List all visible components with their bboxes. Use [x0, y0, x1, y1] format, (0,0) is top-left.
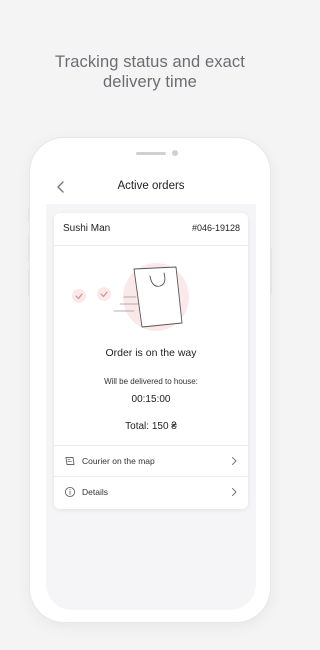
details-label: Details: [82, 487, 108, 497]
check-circle-icon: [97, 287, 111, 301]
details-row[interactable]: Details: [54, 476, 248, 507]
order-number: #046-19128: [191, 223, 240, 233]
order-card-header: Sushi Man #046-19128: [54, 213, 248, 246]
shopping-bag-icon: [133, 266, 183, 328]
app-screen: Active orders Sushi Man #046-19128 Order…: [46, 170, 256, 610]
order-total: Total: 150 ₴: [125, 421, 177, 432]
map-icon: [65, 457, 75, 465]
page-title: Active orders: [117, 180, 185, 192]
top-bar: Active orders: [46, 170, 256, 204]
chevron-right-icon: [232, 488, 237, 496]
store-name: Sushi Man: [63, 223, 111, 234]
delivery-countdown: 00:15:00: [131, 394, 171, 405]
phone-speaker: [136, 152, 166, 155]
promo-headline-line2: delivery time: [103, 73, 197, 91]
delivery-label: Will be delivered to house:: [104, 377, 198, 386]
phone-frame: Active orders Sushi Man #046-19128 Order…: [30, 138, 270, 622]
courier-map-label: Courier on the map: [82, 456, 155, 466]
order-status: Order is on the way: [105, 347, 197, 359]
promo-headline: Tracking status and exact delivery time: [0, 52, 300, 92]
check-circle-icon: [72, 289, 86, 303]
chevron-right-icon: [232, 457, 237, 465]
delivery-illustration: [72, 263, 189, 331]
info-icon: [64, 486, 76, 498]
phone-camera: [172, 150, 178, 156]
order-card: Sushi Man #046-19128 Order is on the way…: [54, 213, 248, 509]
promo-headline-line1: Tracking status and exact: [55, 53, 245, 71]
courier-map-row[interactable]: Courier on the map: [54, 445, 248, 476]
